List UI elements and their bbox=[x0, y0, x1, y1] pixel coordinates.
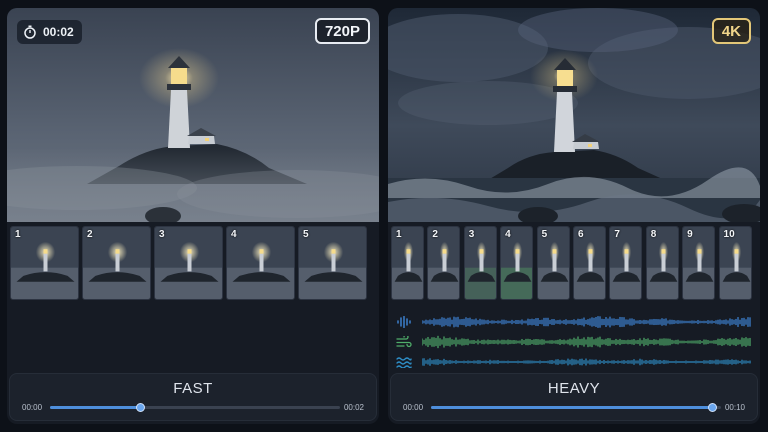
waveform-waves bbox=[422, 358, 751, 366]
elapsed-timer: 00:02 bbox=[17, 20, 82, 44]
frame-strip-heavy: 1 2 3 4 5 6 7 8 9 10 bbox=[391, 226, 752, 300]
frame-number: 7 bbox=[614, 229, 620, 240]
frame-number: 5 bbox=[541, 229, 548, 240]
waveform-voice bbox=[422, 316, 751, 328]
seek-bar[interactable] bbox=[431, 403, 721, 412]
frame-number: 6 bbox=[577, 229, 584, 240]
frame-number: 1 bbox=[396, 229, 402, 240]
seek-handle[interactable] bbox=[135, 403, 145, 412]
frame-number: 4 bbox=[231, 229, 237, 240]
frame-number: 2 bbox=[87, 229, 93, 240]
frame-thumbnail[interactable]: 7 bbox=[609, 226, 643, 300]
frame-number: 10 bbox=[723, 229, 735, 240]
frame-thumbnail[interactable]: 4 bbox=[226, 226, 295, 300]
frame-thumbnail[interactable]: 9 bbox=[682, 226, 716, 300]
frame-thumbnail[interactable]: 6 bbox=[572, 226, 606, 300]
frame-thumbnail[interactable]: 8 bbox=[645, 226, 679, 300]
frame-number: 9 bbox=[687, 229, 693, 240]
time-end: 00:02 bbox=[343, 403, 364, 412]
frame-number: 8 bbox=[650, 229, 657, 240]
stopwatch-icon bbox=[24, 25, 36, 39]
timer-value: 00:02 bbox=[43, 25, 74, 39]
frame-thumbnail[interactable]: 4 bbox=[500, 226, 534, 300]
audio-waveform-icon bbox=[394, 314, 414, 330]
frame-thumbnail[interactable]: 3 bbox=[463, 226, 497, 300]
audio-track-waves bbox=[394, 354, 754, 370]
frame-thumbnail[interactable]: 10 bbox=[718, 226, 752, 300]
frame-number: 2 bbox=[432, 229, 438, 240]
wind-icon bbox=[394, 334, 414, 350]
frame-thumbnail[interactable]: 2 bbox=[427, 226, 461, 300]
frame-number: 1 bbox=[15, 229, 21, 240]
audio-track-wind bbox=[394, 334, 754, 350]
frame-thumbnail[interactable]: 5 bbox=[298, 226, 367, 300]
playback-control-heavy: HEAVY 00:00 00:10 bbox=[390, 373, 758, 421]
seek-bar-progress bbox=[50, 406, 140, 409]
audio-tracks bbox=[394, 310, 754, 372]
playback-control-fast: FAST 00:00 00:02 bbox=[9, 373, 377, 421]
frame-strip-fast: 1 2 3 4 5 bbox=[10, 226, 367, 300]
audio-track-voice bbox=[394, 314, 754, 330]
frame-number: 3 bbox=[159, 229, 165, 240]
frame-thumbnail[interactable]: 3 bbox=[154, 226, 223, 300]
waveform-wind bbox=[422, 335, 751, 349]
mode-label: HEAVY bbox=[547, 380, 601, 397]
frame-number: 3 bbox=[468, 229, 475, 240]
seek-handle[interactable] bbox=[708, 403, 718, 412]
frame-thumbnail[interactable]: 5 bbox=[536, 226, 570, 300]
mode-label: FAST bbox=[173, 380, 213, 397]
time-end: 00:10 bbox=[724, 403, 745, 412]
fast-render-panel: 00:02 720P 1 2 3 4 5 FAST 00:00 00:02 bbox=[7, 8, 379, 424]
resolution-badge-720p: 720P bbox=[314, 18, 370, 44]
resolution-badge-4k: 4K bbox=[711, 18, 751, 44]
heavy-render-panel: 4K 1 2 3 4 5 6 7 8 9 10 HEAVY 00:00 00:1… bbox=[388, 8, 760, 424]
frame-number: 5 bbox=[303, 229, 309, 240]
frame-thumbnail[interactable]: 1 bbox=[10, 226, 79, 300]
preview-image-heavy bbox=[388, 8, 760, 222]
frame-number: 4 bbox=[505, 229, 511, 240]
time-start: 00:00 bbox=[22, 403, 43, 412]
frame-thumbnail[interactable]: 1 bbox=[391, 226, 424, 300]
seek-bar-progress bbox=[431, 406, 713, 409]
frame-thumbnail[interactable]: 2 bbox=[82, 226, 151, 300]
seek-bar[interactable] bbox=[50, 403, 340, 412]
waves-icon bbox=[394, 354, 414, 370]
time-start: 00:00 bbox=[403, 403, 424, 412]
